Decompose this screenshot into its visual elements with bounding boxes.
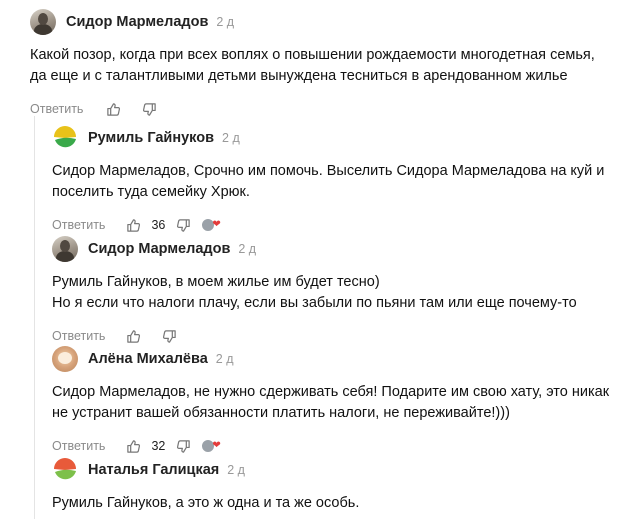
thumbs-up-icon[interactable]	[125, 217, 141, 233]
reply-button[interactable]: Ответить	[52, 329, 105, 343]
comment-text: Сидор Мармеладов, не нужно сдерживать се…	[52, 382, 609, 424]
comment-header: Алёна Михалёва 2 д	[52, 345, 609, 373]
comment-text-line: Сидор Мармеладов, не нужно сдерживать се…	[52, 384, 610, 400]
user-avatar[interactable]	[30, 9, 56, 35]
comment-header: Сидор Мармеладов 2 д	[52, 235, 577, 263]
thumbs-down-icon[interactable]	[161, 328, 177, 344]
comment-time: 2 д	[222, 131, 240, 145]
comment: Наталья Галицкая 2 д Румиль Гайнуков, а …	[52, 456, 359, 514]
comment: Сидор Мармеладов 2 д Какой позор, когда …	[30, 8, 595, 119]
comment: Алёна Михалёва 2 д Сидор Мармеладов, не …	[52, 345, 609, 456]
comment-actions: Ответить	[30, 99, 595, 119]
comment-text-line: поселить туда семейку Хрюк.	[52, 184, 250, 200]
comment-text-line: не устранит вашей обязанности платить на…	[52, 405, 510, 421]
leaf-avatar-icon[interactable]	[52, 125, 78, 151]
reply-button[interactable]: Ответить	[52, 439, 105, 453]
comment-text-line: да еще и с талантливыми детьми вынуждена…	[30, 68, 568, 84]
comment-author[interactable]: Сидор Мармеладов	[88, 241, 230, 257]
comment-text: Румиль Гайнуков, в моем жилье им будет т…	[52, 272, 577, 314]
reactors-group[interactable]: ❤	[201, 439, 221, 453]
comment-time: 2 д	[216, 15, 235, 29]
comment-text: Какой позор, когда при всех воплях о пов…	[30, 45, 595, 87]
comment-text-line: Но я если что налоги плачу, если вы забы…	[52, 295, 577, 311]
comment-header: Наталья Галицкая 2 д	[52, 456, 359, 484]
comment-author[interactable]: Наталья Галицкая	[88, 462, 219, 478]
comment-author[interactable]: Алёна Михалёва	[88, 351, 208, 367]
heart-icon: ❤	[212, 440, 221, 451]
comment-text-line: Румиль Гайнуков, а это ж одна и та же ос…	[52, 495, 360, 511]
comment-time: 2 д	[238, 242, 257, 256]
comment-actions: Ответить	[52, 326, 577, 346]
reply-thread-line	[34, 116, 35, 519]
heart-icon: ❤	[212, 219, 221, 230]
comment-time: 2 д	[215, 352, 234, 366]
thumbs-down-icon[interactable]	[175, 438, 191, 454]
comment-actions: Ответить 36 ❤	[52, 215, 604, 235]
comment-header: Румиль Гайнуков 2 д	[52, 124, 604, 152]
thumbs-up-icon[interactable]	[125, 328, 141, 344]
thumbs-down-icon[interactable]	[175, 217, 191, 233]
comment-text-line: Сидор Мармеладов, Срочно им помочь. Высе…	[52, 163, 605, 179]
user-avatar[interactable]	[52, 346, 78, 372]
comment-author[interactable]: Сидор Мармеладов	[66, 14, 208, 30]
comment: Сидор Мармеладов 2 д Румиль Гайнуков, в …	[52, 235, 577, 346]
comment-text-line: Какой позор, когда при всех воплях о пов…	[30, 47, 595, 63]
thumbs-up-icon[interactable]	[125, 438, 141, 454]
thumbs-down-icon[interactable]	[141, 101, 157, 117]
comment-text-line: Румиль Гайнуков, в моем жилье им будет т…	[52, 274, 380, 290]
reactors-group[interactable]: ❤	[201, 218, 221, 232]
comment-actions: Ответить 32 ❤	[52, 436, 609, 456]
like-count: 36	[151, 218, 166, 232]
comment: Румиль Гайнуков 2 д Сидор Мармеладов, Ср…	[52, 124, 604, 235]
leaf-avatar-icon[interactable]	[52, 457, 78, 483]
comment-header: Сидор Мармеладов 2 д	[30, 8, 595, 36]
user-avatar[interactable]	[52, 236, 78, 262]
thumbs-up-icon[interactable]	[105, 101, 121, 117]
reply-button[interactable]: Ответить	[52, 218, 105, 232]
comment-text: Сидор Мармеладов, Срочно им помочь. Высе…	[52, 161, 604, 203]
comment-time: 2 д	[227, 463, 245, 477]
comment-author[interactable]: Румиль Гайнуков	[88, 130, 214, 146]
comment-text: Румиль Гайнуков, а это ж одна и та же ос…	[52, 493, 359, 514]
reply-button[interactable]: Ответить	[30, 102, 83, 116]
like-count: 32	[151, 439, 166, 453]
